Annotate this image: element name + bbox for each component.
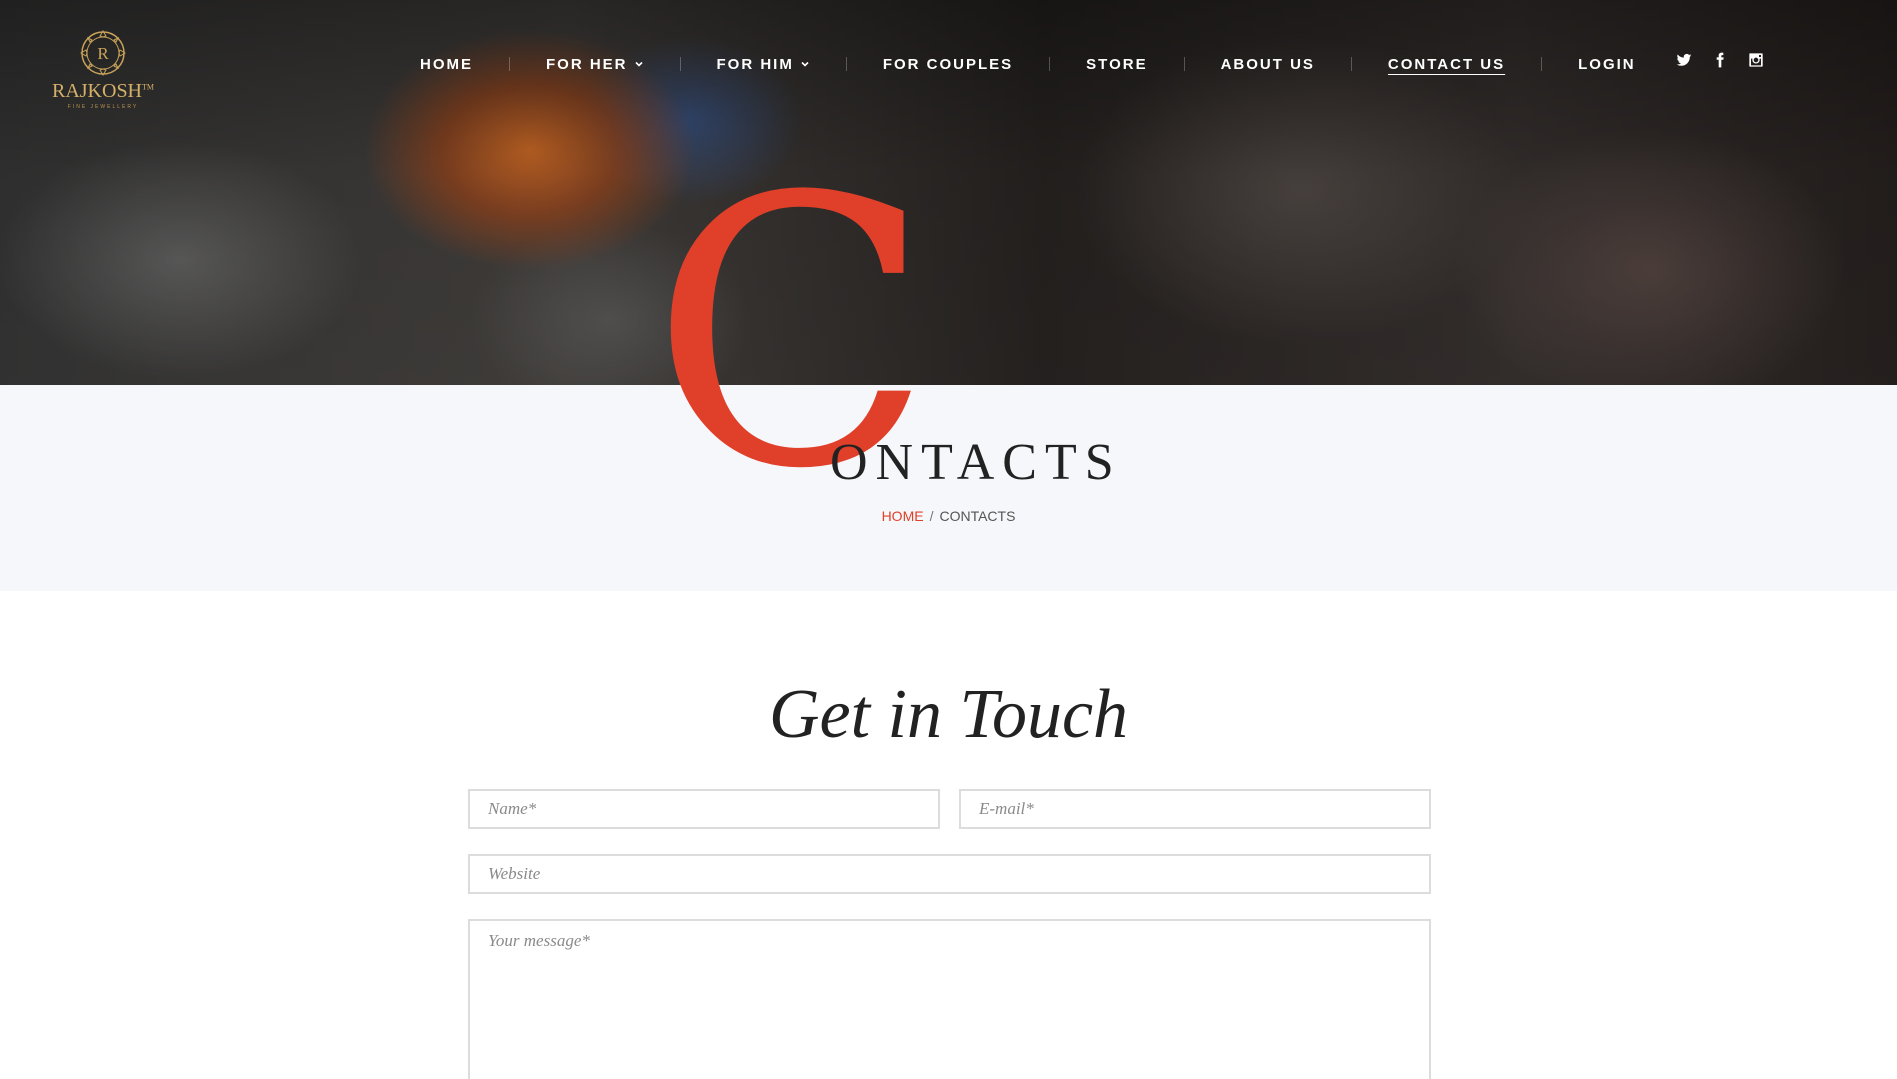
email-field[interactable] xyxy=(959,789,1431,829)
social-links xyxy=(1676,52,1764,68)
message-field[interactable] xyxy=(468,919,1431,1079)
title-drop-cap: C xyxy=(650,120,934,550)
nav-label: FOR COUPLES xyxy=(882,55,1014,73)
logo-emblem-icon: R xyxy=(80,30,126,76)
nav-divider xyxy=(1183,57,1185,71)
logo-wordmark: RAJKOSHTM xyxy=(52,80,154,103)
nav-item-for-couples[interactable]: FOR COUPLES xyxy=(883,56,1013,73)
nav-label: ABOUT US xyxy=(1220,55,1315,73)
page-title: ONTACTS xyxy=(830,434,1122,491)
nav-label: STORE xyxy=(1086,55,1148,73)
main-nav: HOME FOR HER FOR HIM FOR COUPLES STORE A… xyxy=(420,52,1636,76)
contact-heading: Get in Touch xyxy=(768,676,1129,753)
nav-label: LOGIN xyxy=(1578,55,1636,73)
nav-item-contact-us[interactable]: CONTACT US xyxy=(1388,56,1505,73)
nav-label: HOME xyxy=(420,55,473,73)
nav-divider xyxy=(1049,57,1051,71)
brand-logo[interactable]: R RAJKOSHTM FINE JEWELLERY xyxy=(48,28,158,118)
brand-tagline: FINE JEWELLERY xyxy=(67,104,139,110)
nav-label: CONTACT US xyxy=(1387,55,1506,73)
brand-name: RAJKOSH xyxy=(51,80,143,102)
nav-divider xyxy=(1350,57,1352,71)
nav-divider xyxy=(679,57,681,71)
facebook-icon[interactable] xyxy=(1712,52,1728,68)
nav-item-store[interactable]: STORE xyxy=(1086,56,1147,73)
nav-item-for-her[interactable]: FOR HER xyxy=(546,56,644,73)
nav-label: FOR HIM xyxy=(716,55,794,73)
instagram-icon[interactable] xyxy=(1748,52,1764,68)
chevron-down-icon xyxy=(634,61,643,67)
twitter-icon[interactable] xyxy=(1676,52,1692,68)
breadcrumb: HOME / CONTACTS xyxy=(0,508,1897,524)
svg-text:R: R xyxy=(97,44,109,63)
nav-label: FOR HER xyxy=(546,55,628,73)
nav-item-about-us[interactable]: ABOUT US xyxy=(1221,56,1315,73)
breadcrumb-separator: / xyxy=(929,508,934,524)
nav-item-for-him[interactable]: FOR HIM xyxy=(717,56,810,73)
website-field[interactable] xyxy=(468,854,1431,894)
nav-divider xyxy=(509,57,510,71)
nav-divider xyxy=(1541,57,1543,71)
chevron-down-icon xyxy=(801,61,809,67)
nav-item-login[interactable]: LOGIN xyxy=(1578,56,1636,73)
breadcrumb-current: CONTACTS xyxy=(939,508,1016,524)
nav-divider xyxy=(845,57,847,71)
nav-item-home[interactable]: HOME xyxy=(420,56,473,73)
name-field[interactable] xyxy=(468,789,940,829)
brand-trademark: TM xyxy=(142,82,155,92)
breadcrumb-home-link[interactable]: HOME xyxy=(882,508,924,524)
